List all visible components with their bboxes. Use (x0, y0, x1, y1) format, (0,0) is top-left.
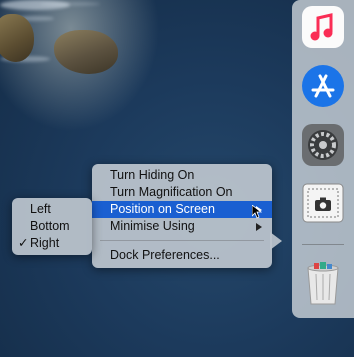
dock-app-trash[interactable] (300, 258, 346, 305)
submenu-item-bottom[interactable]: Bottom (12, 218, 92, 235)
menu-item-position-on-screen[interactable]: Position on Screen (92, 201, 272, 218)
menu-separator (100, 240, 264, 241)
rock (54, 30, 118, 74)
submenu-item-label: Right (30, 236, 60, 250)
dock-app-system-preferences[interactable] (300, 122, 346, 168)
menu-item-minimise-using[interactable]: Minimise Using (92, 218, 272, 235)
submenu-item-label: Left (30, 202, 51, 216)
dock-app-screenshot[interactable] (300, 180, 346, 226)
submenu-item-left[interactable]: Left (12, 201, 92, 218)
position-submenu: Left Bottom ✓ Right (12, 198, 92, 255)
music-note-icon (302, 6, 344, 48)
submenu-item-label: Bottom (30, 219, 70, 233)
app-store-icon (302, 65, 344, 107)
submenu-arrow-icon (256, 223, 262, 231)
dock-separator (302, 244, 344, 245)
dock (292, 0, 354, 318)
menu-item-label: Minimise Using (110, 219, 195, 233)
menu-item-turn-magnification-on[interactable]: Turn Magnification On (92, 184, 272, 201)
dock-context-menu: Turn Hiding On Turn Magnification On Pos… (92, 164, 272, 268)
submenu-item-right[interactable]: ✓ Right (12, 235, 92, 252)
wave-foam (40, 2, 100, 6)
menu-item-dock-preferences[interactable]: Dock Preferences... (92, 247, 272, 264)
mouse-cursor-icon (252, 205, 262, 219)
menu-item-label: Dock Preferences... (110, 248, 220, 262)
trash-icon (307, 262, 339, 305)
menu-item-turn-hiding-on[interactable]: Turn Hiding On (92, 167, 272, 184)
menu-item-label: Turn Hiding On (110, 168, 195, 182)
rock (0, 14, 34, 62)
menu-pointer-tail (270, 232, 282, 250)
checkmark-icon: ✓ (18, 236, 29, 250)
gear-icon (302, 124, 344, 166)
menu-item-label: Turn Magnification On (110, 185, 233, 199)
menu-item-label: Position on Screen (110, 202, 215, 216)
dock-app-music[interactable] (300, 4, 346, 50)
screenshot-icon (302, 183, 344, 223)
dock-app-app-store[interactable] (300, 63, 346, 109)
